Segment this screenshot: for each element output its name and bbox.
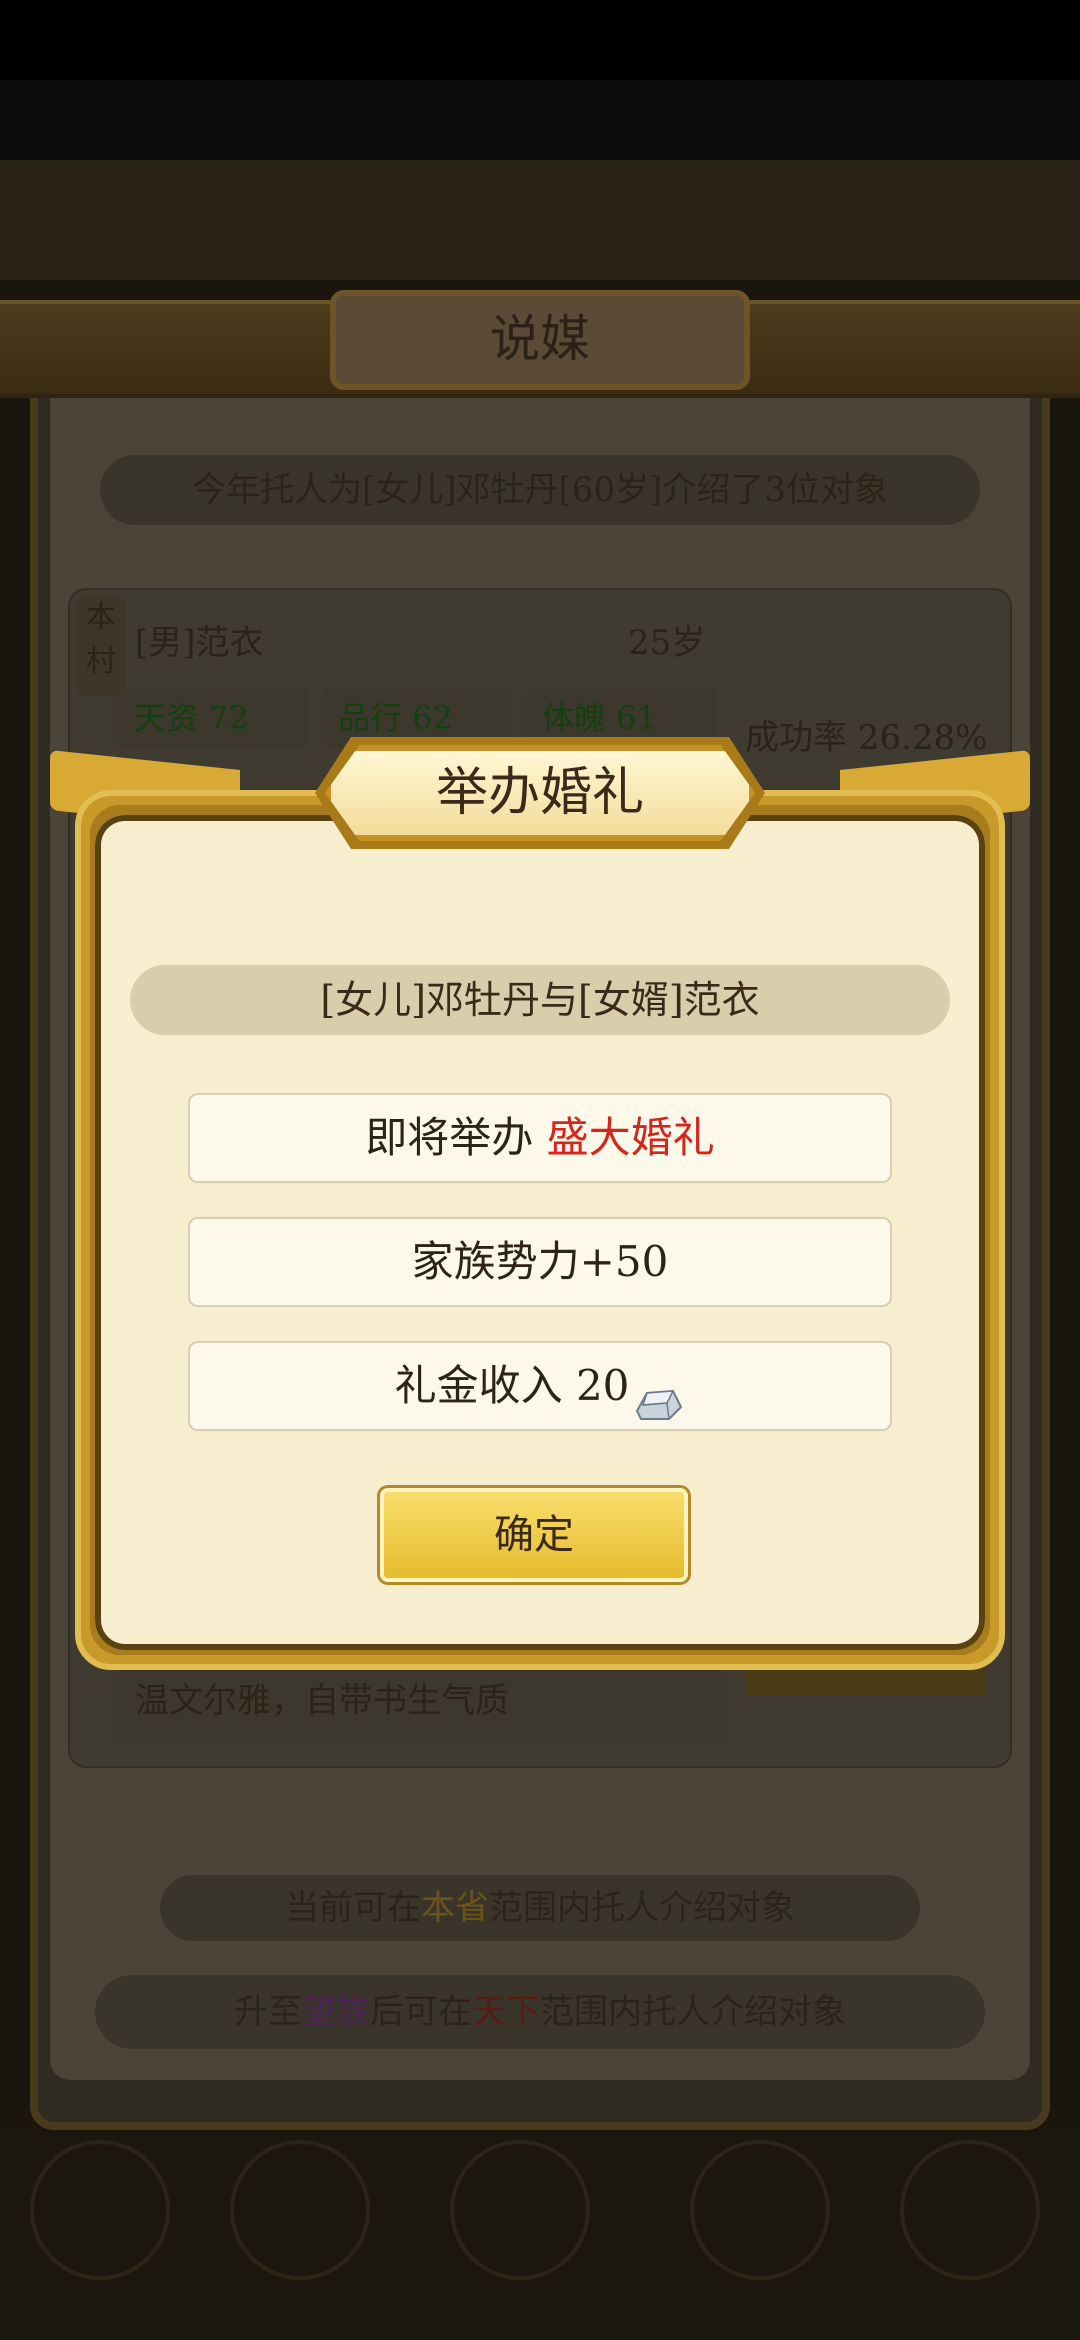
- upgrade-h2: 天下: [472, 1992, 540, 2032]
- upgrade-p1: 升至: [234, 1992, 302, 2032]
- status-bar: [0, 0, 1080, 80]
- wedding-prefix: 即将举办: [365, 1113, 534, 1162]
- nav-icon-5[interactable]: [900, 2140, 1040, 2280]
- nav-icon-3[interactable]: [450, 2140, 590, 2280]
- wedding-type-box: 即将举办 盛大婚礼: [188, 1093, 892, 1183]
- confirm-button[interactable]: 确定: [380, 1488, 688, 1582]
- scope-highlight: 本省: [421, 1888, 489, 1928]
- panel-title: 说媒: [330, 290, 750, 390]
- couple-names: [女儿]邓牡丹与[女婿]范衣: [130, 965, 950, 1035]
- gift-money-box: 礼金收入 20: [188, 1341, 892, 1431]
- success-rate: 成功率 26.28%: [745, 718, 988, 758]
- scope-line: 当前可在本省范围内托人介绍对象: [160, 1875, 920, 1941]
- intro-text: 今年托人为[女儿]邓牡丹[60岁]介绍了3位对象: [100, 455, 980, 525]
- location-tag: 本村: [76, 596, 126, 696]
- scope-suffix: 范围内托人介绍对象: [489, 1888, 795, 1928]
- gift-money-text: 礼金收入 20: [394, 1361, 630, 1410]
- stat-talent: 天资 72: [118, 688, 308, 748]
- candidate-age: 25岁: [628, 623, 706, 663]
- influence-box: 家族势力+50: [188, 1217, 892, 1307]
- nav-icon-1[interactable]: [30, 2140, 170, 2280]
- scope-prefix: 当前可在: [285, 1888, 421, 1928]
- dialog-title: 举办婚礼: [325, 745, 755, 841]
- silver-ingot-icon: [633, 1366, 685, 1420]
- wedding-type: 盛大婚礼: [546, 1113, 715, 1162]
- top-band: [0, 80, 1080, 160]
- resource-bar: [0, 160, 1080, 280]
- upgrade-p3: 范围内托人介绍对象: [540, 1992, 846, 2032]
- nav-icon-4[interactable]: [690, 2140, 830, 2280]
- influence-text: 家族势力+50: [411, 1237, 669, 1286]
- candidate-name: [男]范衣: [135, 623, 264, 663]
- upgrade-p2: 后可在: [370, 1992, 472, 2032]
- upgrade-h1: 望族: [302, 1992, 370, 2032]
- upgrade-line: 升至望族后可在天下范围内托人介绍对象: [95, 1975, 985, 2049]
- candidate-description: 温文尔雅，自带书生气质: [135, 1681, 509, 1721]
- nav-icon-2[interactable]: [230, 2140, 370, 2280]
